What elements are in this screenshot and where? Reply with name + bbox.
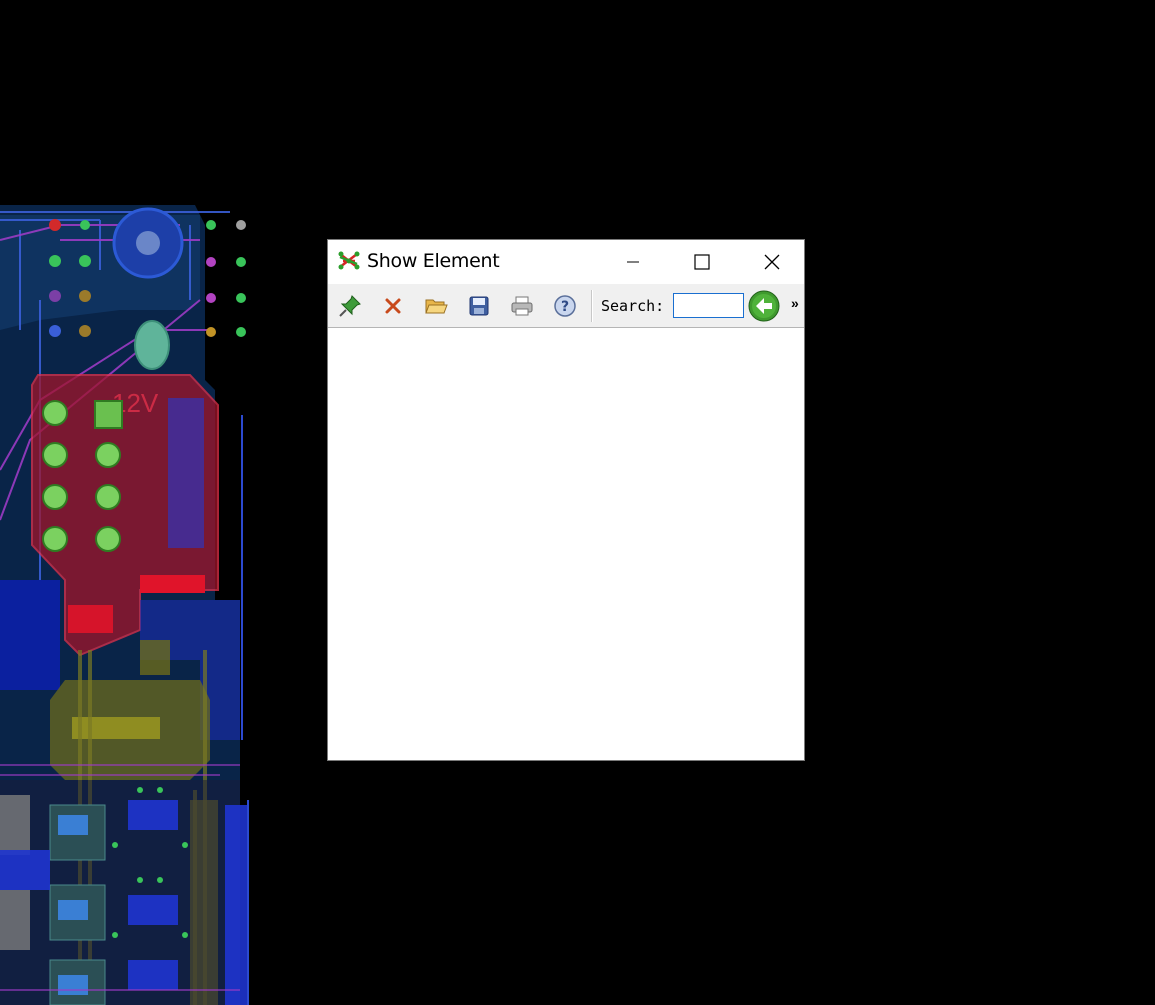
maximize-button[interactable] xyxy=(679,240,725,284)
window-title: Show Element xyxy=(367,250,500,272)
element-list-area[interactable] xyxy=(328,328,804,760)
printer-icon xyxy=(511,296,533,316)
floppy-disk-icon xyxy=(469,296,489,316)
toolbar: ? Search: » xyxy=(328,284,804,328)
close-button[interactable] xyxy=(749,240,795,284)
open-button[interactable] xyxy=(422,292,450,320)
minimize-icon xyxy=(627,261,639,263)
show-element-dialog: Show Element ? Search: » xyxy=(327,239,805,761)
clear-button[interactable] xyxy=(379,292,407,320)
print-button[interactable] xyxy=(508,292,536,320)
close-icon xyxy=(764,254,780,270)
help-icon: ? xyxy=(554,295,576,317)
title-bar[interactable]: Show Element xyxy=(328,240,804,284)
arrow-left-icon[interactable] xyxy=(748,290,780,322)
search-label: Search: xyxy=(601,297,665,315)
svg-text:?: ? xyxy=(561,299,569,315)
delete-x-icon xyxy=(385,298,401,314)
minimize-button[interactable] xyxy=(610,240,656,284)
maximize-icon xyxy=(694,254,710,270)
pin-icon xyxy=(339,295,361,317)
toolbar-separator xyxy=(591,290,593,322)
help-button[interactable]: ? xyxy=(551,292,579,320)
net-graph-icon xyxy=(338,251,360,270)
save-button[interactable] xyxy=(465,292,493,320)
pin-button[interactable] xyxy=(336,292,364,320)
search-input[interactable] xyxy=(673,293,744,318)
folder-open-icon xyxy=(425,299,448,314)
toolbar-overflow-button[interactable]: » xyxy=(791,295,799,311)
